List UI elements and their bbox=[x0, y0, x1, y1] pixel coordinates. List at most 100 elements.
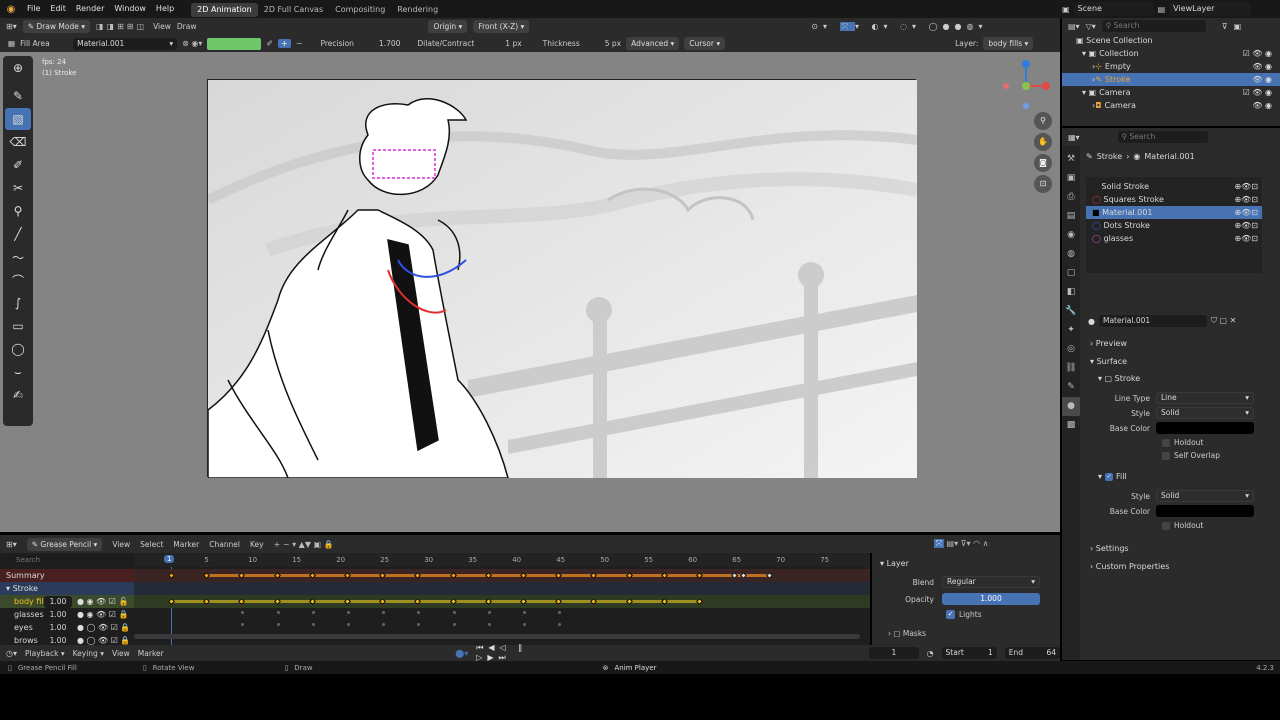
view-layer-selector[interactable]: ViewLayer bbox=[1169, 2, 1252, 16]
material-icons[interactable]: ⊗ ◉▾ bbox=[182, 39, 202, 48]
remove-button[interactable]: − bbox=[296, 39, 303, 48]
marker-menu[interactable]: Marker bbox=[138, 649, 164, 658]
opacity-field[interactable]: 1.00 bbox=[44, 595, 72, 608]
material-tab-icon[interactable]: ● bbox=[1062, 397, 1080, 416]
fill-holdout-checkbox[interactable] bbox=[1162, 521, 1170, 530]
material-selector[interactable]: Material.001 ▾ bbox=[73, 37, 178, 50]
channel-glasses[interactable]: glasses 1.00 ● ◉ 👁 ☑ 🔒 bbox=[0, 608, 134, 621]
menu-key[interactable]: Key bbox=[250, 540, 264, 549]
menu-render[interactable]: Render bbox=[71, 0, 109, 18]
custom-properties-panel[interactable]: › Custom Properties bbox=[1082, 560, 1278, 573]
cutter-tool-icon[interactable]: ✂ bbox=[5, 177, 31, 199]
menu-window[interactable]: Window bbox=[109, 0, 151, 18]
end-frame-field[interactable]: End 64 bbox=[1004, 647, 1061, 659]
arc-tool-icon[interactable]: ⌒ bbox=[5, 269, 31, 291]
render-tab-icon[interactable]: ▣ bbox=[1062, 169, 1080, 188]
channel-stroke[interactable]: ▾ Stroke bbox=[0, 582, 134, 595]
editor-type-icon[interactable]: ⊞▾ bbox=[6, 22, 17, 31]
mode-dropdown[interactable]: ✎ Draw Mode ▾ bbox=[22, 20, 90, 33]
fill-base-color-swatch[interactable] bbox=[1156, 505, 1254, 517]
constraints-tab-icon[interactable]: ⛓ bbox=[1062, 359, 1080, 378]
menu-edit[interactable]: Edit bbox=[45, 0, 71, 18]
close-icon[interactable]: ⊗ bbox=[603, 664, 609, 672]
cursor-tool-icon[interactable]: ⊕ bbox=[5, 57, 31, 79]
outliner-stroke[interactable]: › ✎ Stroke 👁 ◉ bbox=[1062, 73, 1280, 86]
editor-type-icon[interactable]: ⊞▾ bbox=[6, 540, 17, 549]
interpolate-tool-icon[interactable]: ⌣ bbox=[5, 361, 31, 383]
object-tab-icon[interactable]: ◧ bbox=[1062, 283, 1080, 302]
menu-file[interactable]: File bbox=[22, 0, 45, 18]
cursor-dropdown[interactable]: Cursor ▾ bbox=[684, 37, 726, 50]
polyline-tool-icon[interactable]: 〜 bbox=[5, 246, 31, 268]
fill-subpanel[interactable]: ▾ ✓ Fill bbox=[1082, 470, 1278, 483]
scene-tab-icon[interactable]: ◉ bbox=[1062, 226, 1080, 245]
origin-dropdown[interactable]: Origin ▾ bbox=[428, 20, 468, 33]
funnel-icon[interactable]: ⊽ bbox=[1222, 22, 1228, 31]
effects-tab-icon[interactable]: ✦ bbox=[1062, 321, 1080, 340]
material-slot[interactable]: ◯ glasses ⊕👁⊡ bbox=[1086, 232, 1262, 245]
horizontal-scrollbar[interactable] bbox=[134, 634, 860, 639]
outliner-scene-collection[interactable]: ▣ Scene Collection bbox=[1062, 34, 1280, 47]
visibility-icons[interactable]: ● ◉ 👁 ☑ 🔓 bbox=[77, 595, 128, 608]
physics-tab-icon[interactable]: ◎ bbox=[1062, 340, 1080, 359]
editor-type-icon[interactable]: ▦▾ bbox=[1068, 133, 1080, 142]
dopesheet-mode-dropdown[interactable]: ✎ Grease Pencil ▾ bbox=[26, 537, 103, 551]
tint-tool-icon[interactable]: ✐ bbox=[5, 154, 31, 176]
menu-select[interactable]: Select bbox=[140, 540, 163, 549]
add-button[interactable]: + bbox=[278, 39, 291, 48]
dilate-value[interactable]: 1 px bbox=[505, 39, 521, 48]
opacity-field[interactable]: 1.00 bbox=[44, 621, 72, 634]
material-slot-selected[interactable]: ■ Material.001 ⊕👁⊡ bbox=[1086, 206, 1262, 219]
draw-tool-icon[interactable]: ✎ bbox=[5, 85, 31, 107]
masks-expander[interactable]: › ▢ Masks bbox=[888, 629, 926, 638]
filter-icons[interactable]: ⤧ ▤▾ ⊽▾ ◠ ∧ bbox=[933, 539, 988, 549]
base-color-swatch[interactable] bbox=[1156, 422, 1254, 434]
box-tool-icon[interactable]: ▭ bbox=[5, 315, 31, 337]
fill-style-dropdown[interactable]: Solid ▾ bbox=[1156, 490, 1254, 502]
drawing-canvas[interactable] bbox=[205, 79, 919, 479]
playback-menu[interactable]: Playback ▾ bbox=[25, 649, 65, 658]
annotate-tool-icon[interactable]: ✍ bbox=[5, 384, 31, 406]
tool-tab-icon[interactable]: ⚒ bbox=[1062, 150, 1080, 169]
outliner-camera[interactable]: › ◘ Camera 👁 ◉ bbox=[1062, 99, 1280, 112]
style-dropdown[interactable]: Solid ▾ bbox=[1156, 407, 1254, 419]
settings-panel[interactable]: › Settings bbox=[1082, 542, 1278, 555]
opacity-slider[interactable]: 1.000 bbox=[942, 593, 1040, 605]
fill-color-swatch[interactable] bbox=[207, 37, 262, 50]
keying-menu[interactable]: Keying ▾ bbox=[73, 649, 104, 658]
workspace-tab-rendering[interactable]: Rendering bbox=[391, 3, 444, 17]
opacity-field[interactable]: 1.00 bbox=[44, 608, 72, 621]
editor-type-icon[interactable]: ◷▾ bbox=[6, 649, 17, 658]
scene-selector[interactable]: Scene bbox=[1073, 2, 1154, 16]
blend-dropdown[interactable]: Regular ▾ bbox=[942, 576, 1040, 588]
erase-tool-icon[interactable]: ⌫ bbox=[5, 131, 31, 153]
view-menu[interactable]: View bbox=[112, 649, 130, 658]
frame-ruler[interactable]: 1 5 10 15 20 25 30 35 40 45 50 55 60 65 70 75 bbox=[134, 553, 870, 567]
menu-help[interactable]: Help bbox=[151, 0, 179, 18]
current-frame-indicator[interactable]: 1 bbox=[164, 555, 175, 563]
camera-view-icon[interactable]: ◙ bbox=[1034, 154, 1052, 172]
overlay-gizmo-icons[interactable]: ⊙▾ ⤧ ▾ ◐▾ ◌▾ ◯●●◍▾ bbox=[811, 21, 987, 32]
surface-panel[interactable]: ▾ Surface bbox=[1082, 355, 1278, 368]
hand-pan-icon[interactable]: ✋ bbox=[1034, 133, 1052, 151]
workspace-tab-2d-full-canvas[interactable]: 2D Full Canvas bbox=[258, 3, 329, 17]
channel-summary[interactable]: Summary bbox=[0, 569, 134, 582]
workspace-tab-compositing[interactable]: Compositing bbox=[329, 3, 391, 17]
data-tab-icon[interactable]: ✎ bbox=[1062, 378, 1080, 397]
material-slot[interactable]: ◯ Dots Stroke ⊕👁⊡ bbox=[1086, 219, 1262, 232]
layer-dropdown[interactable]: body fills ▾ bbox=[983, 37, 1034, 50]
eyedropper-tool-icon[interactable]: ⚲ bbox=[5, 200, 31, 222]
menu-draw[interactable]: Draw bbox=[177, 22, 197, 31]
outliner-search-input[interactable]: ⚲ Search bbox=[1101, 20, 1206, 32]
visibility-icons[interactable]: ● ◉ 👁 ☑ 🔒 bbox=[77, 608, 128, 621]
stroke-subpanel[interactable]: ▾ ▢ Stroke bbox=[1082, 372, 1278, 385]
self-overlap-checkbox[interactable] bbox=[1162, 451, 1170, 460]
lights-checkbox[interactable]: ✓ bbox=[946, 610, 955, 619]
material-actions-icons[interactable]: ⛉ ▢ ✕ bbox=[1211, 316, 1236, 326]
properties-search-input[interactable]: ⚲ Search bbox=[1117, 131, 1208, 143]
thickness-value[interactable]: 5 px bbox=[605, 39, 621, 48]
header-icons[interactable]: ◨◨⊞⊞◫ bbox=[96, 22, 147, 31]
material-slot[interactable]: ◯ Squares Stroke ⊕👁⊡ bbox=[1086, 193, 1262, 206]
new-collection-icon[interactable]: ▣ bbox=[1234, 22, 1242, 31]
record-icon[interactable]: ⬤▾ bbox=[455, 649, 468, 658]
